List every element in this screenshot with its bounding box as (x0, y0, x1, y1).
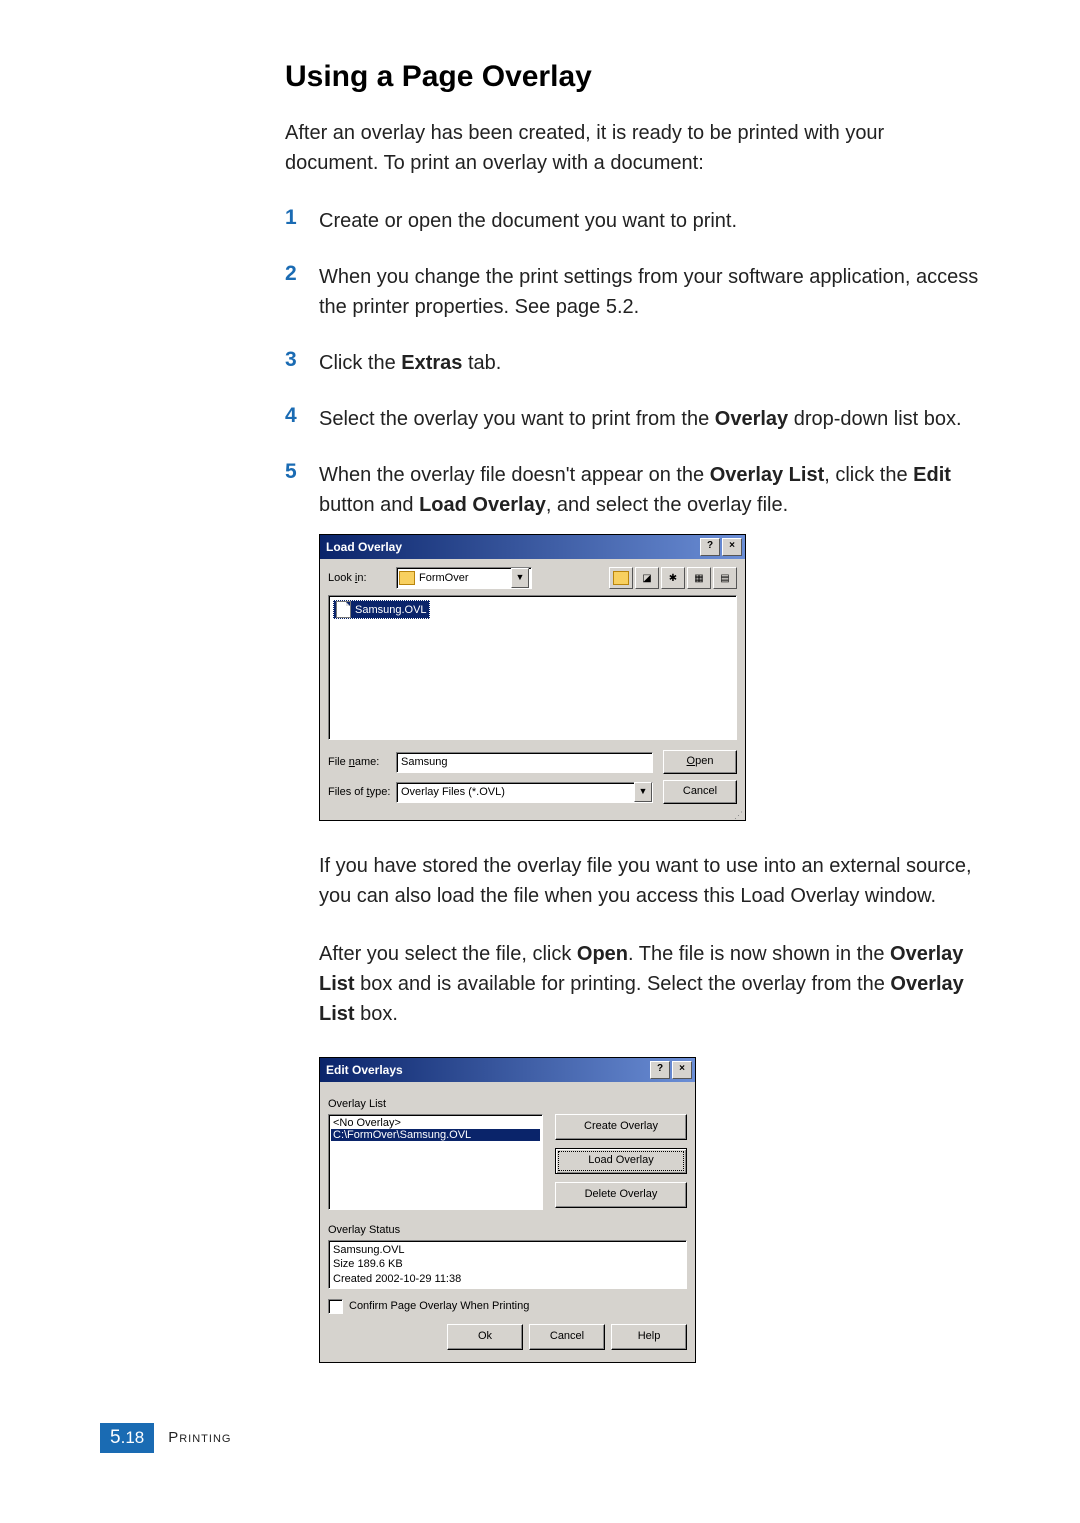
status-line: Size 189.6 KB (333, 1257, 682, 1271)
lookin-label: Look in: (328, 572, 396, 584)
dialog-titlebar[interactable]: Edit Overlays ? × (320, 1058, 695, 1082)
file-list[interactable]: Samsung.OVL (328, 595, 737, 740)
bold-overlay: Overlay (715, 408, 788, 430)
text: After you select the file, click (319, 943, 577, 965)
step-5: 5 When the overlay file doesn't appear o… (285, 460, 980, 520)
dialog-title: Edit Overlays (326, 1063, 648, 1077)
list-item-selected[interactable]: C:\FormOver\Samsung.OVL (331, 1129, 540, 1141)
step-number: 2 (285, 262, 319, 322)
filetype-value: Overlay Files (*.OVL) (401, 786, 634, 798)
help-icon[interactable]: ? (700, 538, 720, 556)
desktop-icon[interactable]: ◪ (635, 567, 659, 589)
text: Select the overlay you want to print fro… (319, 408, 715, 430)
section-name: Printing (168, 1429, 231, 1446)
step-number: 1 (285, 206, 319, 236)
step-3: 3 Click the Extras tab. (285, 348, 980, 378)
list-item[interactable]: <No Overlay> (331, 1117, 540, 1129)
chevron-down-icon[interactable]: ▼ (634, 782, 652, 802)
bold-overlay-list: Overlay List (710, 464, 825, 486)
step-number: 5 (285, 460, 319, 520)
details-view-icon[interactable]: ▤ (713, 567, 737, 589)
text: Click the (319, 352, 401, 374)
text: tab. (462, 352, 501, 374)
confirm-label: Confirm Page Overlay When Printing (349, 1300, 529, 1312)
file-item-selected[interactable]: Samsung.OVL (333, 600, 430, 619)
file-icon (336, 601, 351, 618)
chapter-number: 5 (110, 1427, 121, 1448)
text: button and (319, 494, 419, 516)
overlay-list-label: Overlay List (328, 1098, 687, 1110)
step-number: 3 (285, 348, 319, 378)
cancel-button[interactable]: Cancel (529, 1324, 605, 1350)
step-text: Create or open the document you want to … (319, 206, 980, 236)
bold-edit: Edit (913, 464, 951, 486)
edit-overlays-dialog: Edit Overlays ? × Overlay List <No Overl… (319, 1057, 696, 1363)
step-4: 4 Select the overlay you want to print f… (285, 404, 980, 434)
chevron-down-icon[interactable]: ▼ (511, 568, 529, 588)
help-icon[interactable]: ? (650, 1061, 670, 1079)
open-button[interactable]: Open (663, 750, 737, 774)
close-icon[interactable]: × (672, 1061, 692, 1079)
load-overlay-dialog: Load Overlay ? × Look in: FormOver ▼ (319, 534, 746, 821)
create-overlay-button[interactable]: Create Overlay (555, 1114, 687, 1140)
dialog-titlebar[interactable]: Load Overlay ? × (320, 535, 745, 559)
load-overlay-button[interactable]: Load Overlay (555, 1148, 687, 1174)
lookin-value: FormOver (419, 572, 469, 584)
page-footer: 5.18 Printing (100, 1423, 980, 1453)
bold-open: Open (577, 943, 628, 965)
text: box. (355, 1003, 398, 1025)
text: box and is available for printing. Selec… (355, 973, 891, 995)
status-line: Samsung.OVL (333, 1243, 682, 1257)
overlay-status-box: Samsung.OVL Size 189.6 KB Created 2002-1… (328, 1240, 687, 1289)
filename-value: Samsung (401, 756, 447, 768)
up-folder-icon[interactable] (609, 567, 633, 589)
bold-load-overlay: Load Overlay (419, 494, 546, 516)
step-2: 2 When you change the print settings fro… (285, 262, 980, 322)
step-text: When you change the print settings from … (319, 262, 980, 322)
text: When the overlay file doesn't appear on … (319, 464, 710, 486)
resize-grip-icon[interactable]: ⋰ (320, 812, 745, 820)
step-number: 4 (285, 404, 319, 434)
filetype-label: Files of type: (328, 786, 396, 798)
status-line: Created 2002-10-29 11:38 (333, 1272, 682, 1286)
new-folder-icon[interactable]: ✱ (661, 567, 685, 589)
file-name: Samsung.OVL (355, 604, 427, 616)
overlay-status-label: Overlay Status (328, 1224, 687, 1236)
filename-label: File name: (328, 756, 396, 768)
help-button[interactable]: Help (611, 1324, 687, 1350)
text: drop-down list box. (788, 408, 961, 430)
text: . The file is now shown in the (628, 943, 890, 965)
overlay-list-box[interactable]: <No Overlay> C:\FormOver\Samsung.OVL (328, 1114, 543, 1210)
step-text: Select the overlay you want to print fro… (319, 404, 980, 434)
step5-paragraph-2: If you have stored the overlay file you … (319, 851, 980, 911)
delete-overlay-button[interactable]: Delete Overlay (555, 1182, 687, 1208)
ok-button[interactable]: Ok (447, 1324, 523, 1350)
step-text: Click the Extras tab. (319, 348, 980, 378)
close-icon[interactable]: × (722, 538, 742, 556)
confirm-checkbox-row[interactable]: Confirm Page Overlay When Printing (328, 1299, 687, 1314)
filename-input[interactable]: Samsung (396, 752, 653, 773)
cancel-button[interactable]: Cancel (663, 780, 737, 804)
list-view-icon[interactable]: ▦ (687, 567, 711, 589)
lookin-select[interactable]: FormOver ▼ (396, 567, 532, 589)
page-title: Using a Page Overlay (285, 60, 980, 94)
folder-icon (399, 571, 415, 585)
checkbox-icon[interactable] (328, 1299, 343, 1314)
page-number: 18 (125, 1428, 144, 1447)
step-text: When the overlay file doesn't appear on … (319, 460, 980, 520)
filetype-select[interactable]: Overlay Files (*.OVL) ▼ (396, 782, 653, 803)
text: , and select the overlay file. (546, 494, 788, 516)
page-number-badge: 5.18 (100, 1423, 154, 1453)
bold-extras: Extras (401, 352, 462, 374)
step-1: 1 Create or open the document you want t… (285, 206, 980, 236)
intro-paragraph: After an overlay has been created, it is… (285, 118, 980, 178)
text: , click the (824, 464, 913, 486)
step5-paragraph-3: After you select the file, click Open. T… (319, 939, 980, 1029)
dialog-title: Load Overlay (326, 540, 698, 554)
